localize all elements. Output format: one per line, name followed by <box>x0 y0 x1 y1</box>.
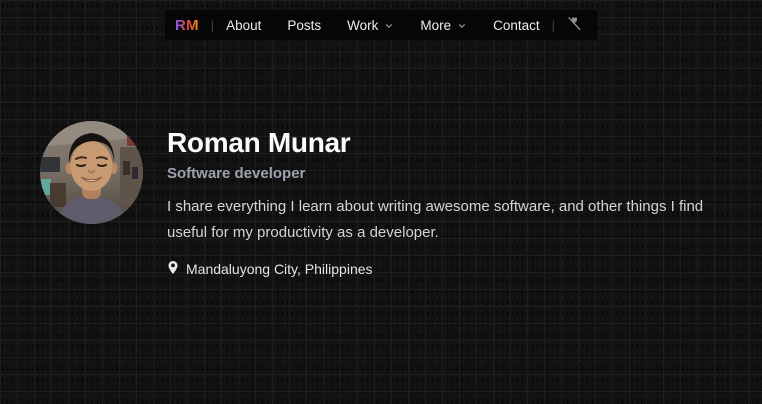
profile-location: Mandaluyong City, Philippines <box>167 260 727 278</box>
profile-text: Roman Munar Software developer I share e… <box>167 121 727 278</box>
nav-item-contact[interactable]: Contact <box>493 18 540 33</box>
flashlight-off-button[interactable] <box>567 16 582 34</box>
nav-item-more[interactable]: More <box>420 18 467 33</box>
avatar <box>40 121 143 224</box>
nav-links: About Posts Work More Contact <box>226 18 540 33</box>
profile-job-title: Software developer <box>167 164 306 182</box>
nav-item-posts[interactable]: Posts <box>287 18 321 33</box>
map-pin-icon <box>167 260 179 278</box>
nav-divider: | <box>210 17 215 33</box>
flashlight-off-icon <box>567 16 582 34</box>
top-navigation: RM | About Posts Work More Contact | <box>164 10 598 40</box>
nav-item-work[interactable]: Work <box>347 18 394 33</box>
nav-item-about[interactable]: About <box>226 18 261 33</box>
profile-location-text: Mandaluyong City, Philippines <box>186 260 373 277</box>
chevron-down-icon <box>457 21 467 31</box>
profile-bio: I share everything I learn about writing… <box>167 197 704 241</box>
profile-hero: Roman Munar Software developer I share e… <box>40 121 727 278</box>
profile-name: Roman Munar <box>167 127 351 158</box>
chevron-down-icon <box>384 21 394 31</box>
site-logo[interactable]: RM <box>175 17 199 34</box>
nav-divider: | <box>551 17 556 33</box>
avatar-illustration <box>40 121 143 224</box>
